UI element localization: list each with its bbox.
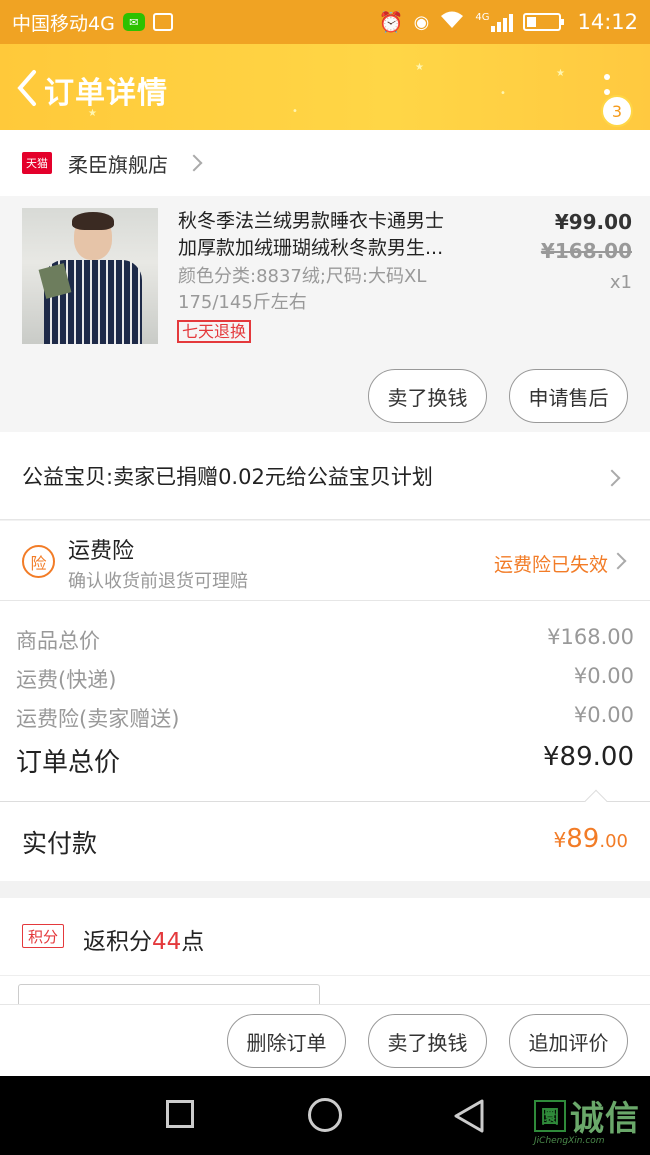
- page-title: 订单详情: [44, 76, 168, 111]
- add-review-button[interactable]: 追加评价: [509, 1014, 628, 1068]
- points-text: 返积分44点: [83, 922, 204, 956]
- home-icon[interactable]: [308, 1098, 342, 1132]
- chevron-right-icon: [609, 552, 627, 570]
- product-item[interactable]: 秋冬季法兰绒男款睡衣卡通男士 加厚款加绒珊瑚绒秋冬款男生... 颜色分类:883…: [0, 196, 650, 432]
- summary-label: 商品总价: [16, 629, 100, 653]
- tmall-icon: 天猫: [22, 152, 52, 174]
- currency-symbol: ¥: [553, 828, 567, 852]
- insurance-title: 运费险: [68, 539, 135, 564]
- sku-line1: 颜色分类:8837绒;尺码:大码XL: [178, 266, 427, 287]
- points-suffix: 点: [181, 929, 205, 955]
- watermark-logo: 圜: [534, 1099, 566, 1132]
- order-total-label: 订单总价: [16, 748, 121, 778]
- summary-row: 运费险(卖家赠送) ¥0.00: [16, 703, 634, 733]
- seven-day-return-tag: 七天退换: [177, 320, 252, 343]
- recent-apps-icon[interactable]: [166, 1100, 194, 1128]
- points-row: 积分 返积分44点: [0, 898, 650, 976]
- battery-icon: [523, 13, 565, 31]
- insurance-icon: 险: [22, 545, 55, 578]
- bottom-action-bar: 删除订单 卖了换钱 追加评价: [0, 1004, 650, 1076]
- insurance-status: 运费险已失效: [493, 554, 608, 576]
- charity-row[interactable]: 公益宝贝:卖家已捐赠0.02元给公益宝贝计划: [0, 432, 650, 520]
- actual-payment-row: 实付款 ¥89.00: [0, 789, 650, 881]
- network-type-label: 4G: [475, 12, 490, 23]
- price-summary: 商品总价 ¥168.00 运费(快递) ¥0.00 运费险(卖家赠送) ¥0.0…: [0, 601, 650, 801]
- wechat-icon: ✉: [122, 13, 145, 31]
- summary-row: 运费(快递) ¥0.00: [16, 664, 634, 694]
- chevron-right-icon: [185, 154, 203, 172]
- delete-order-button[interactable]: 删除订单: [227, 1014, 346, 1068]
- store-name[interactable]: 柔臣旗舰店: [68, 149, 168, 178]
- product-quantity: x1: [609, 272, 632, 293]
- original-price: ¥168.00: [540, 239, 632, 263]
- status-bar: 中国移动4G ✉ ⏰ ◉ 4G 14:12: [0, 0, 650, 44]
- product-price: ¥99.00: [554, 210, 632, 234]
- amount-integer: 89: [566, 824, 600, 854]
- summary-value: ¥0.00: [573, 664, 634, 688]
- charity-text: 公益宝贝:卖家已捐赠0.02元给公益宝贝计划: [22, 464, 433, 489]
- apply-aftersale-button[interactable]: 申请售后: [509, 369, 628, 423]
- product-image[interactable]: [22, 208, 158, 344]
- notification-badge[interactable]: 3: [601, 95, 633, 127]
- actual-payment-label: 实付款: [22, 829, 98, 858]
- shipping-insurance-row[interactable]: 险 运费险 确认收货前退货可理赔 运费险已失效: [0, 521, 650, 601]
- gallery-icon: [152, 13, 173, 31]
- summary-value: ¥0.00: [573, 703, 634, 727]
- order-info-card: [0, 976, 650, 1014]
- insurance-subtitle: 确认收货前退货可理赔: [68, 571, 248, 592]
- product-title-line2: 加厚款加绒珊瑚绒秋冬款男生...: [178, 237, 444, 259]
- actual-payment-amount: ¥89.00: [554, 824, 628, 854]
- amount-decimal: .00: [599, 831, 628, 852]
- summary-row: 商品总价 ¥168.00: [16, 625, 634, 655]
- wifi-icon: [439, 10, 465, 35]
- sell-for-cash-button[interactable]: 卖了换钱: [368, 369, 487, 423]
- product-title-line1: 秋冬季法兰绒男款睡衣卡通男士: [178, 210, 445, 232]
- alarm-icon: ⏰: [378, 10, 404, 34]
- clock: 14:12: [577, 10, 638, 34]
- summary-value: ¥168.00: [547, 625, 634, 649]
- points-prefix: 返积分: [83, 929, 152, 955]
- back-arrow-icon[interactable]: [12, 68, 42, 108]
- watermark-url: JiChengXin.com: [534, 1136, 605, 1146]
- eye-icon: ◉: [413, 11, 430, 33]
- order-total-row: 订单总价 ¥89.00: [16, 742, 634, 779]
- sell-for-cash-button[interactable]: 卖了换钱: [368, 1014, 487, 1068]
- watermark-text: 诚信: [570, 1099, 640, 1139]
- watermark: 圜 诚信 JiChengXin.com: [534, 1076, 650, 1155]
- header: ★ • ★ • ★ 订单详情 3: [0, 44, 650, 130]
- points-tag: 积分: [22, 924, 64, 948]
- summary-label: 运费(快递): [16, 668, 117, 692]
- sku-line2: 175/145斤左右: [178, 292, 307, 313]
- order-total-value: ¥89.00: [543, 742, 634, 772]
- product-title[interactable]: 秋冬季法兰绒男款睡衣卡通男士 加厚款加绒珊瑚绒秋冬款男生...: [178, 208, 488, 262]
- chevron-right-icon: [603, 469, 621, 487]
- cellular-signal-icon: 4G: [475, 12, 514, 32]
- back-icon[interactable]: [452, 1098, 486, 1134]
- store-row[interactable]: 天猫 柔臣旗舰店: [0, 130, 650, 196]
- summary-label: 运费险(卖家赠送): [16, 707, 180, 731]
- product-sku: 颜色分类:8837绒;尺码:大码XL 175/145斤左右: [178, 264, 498, 316]
- points-count: 44: [152, 929, 182, 955]
- carrier-label: 中国移动4G: [12, 12, 115, 35]
